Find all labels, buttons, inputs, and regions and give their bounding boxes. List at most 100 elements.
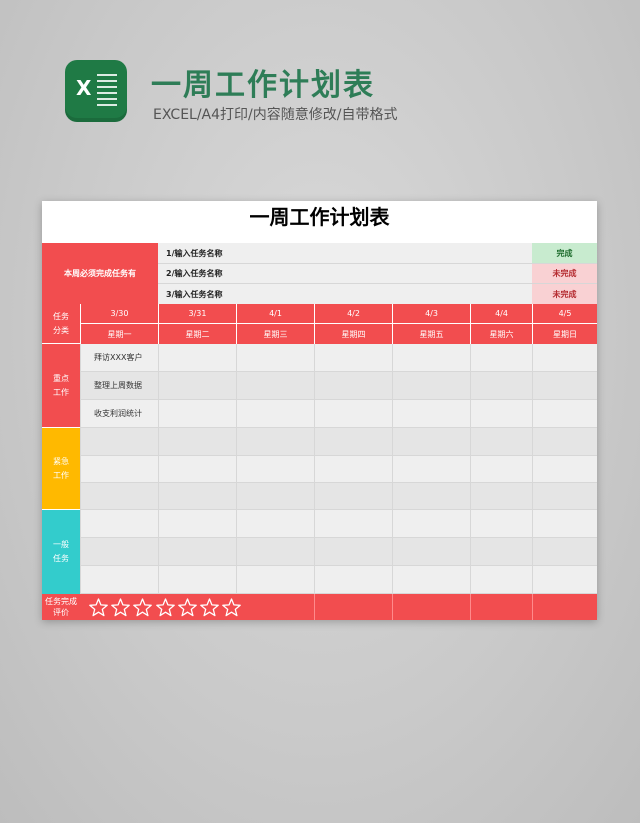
task-item-cell[interactable] — [80, 428, 158, 456]
task-status-2[interactable]: 未完成 — [532, 264, 597, 284]
schedule-cell[interactable] — [236, 428, 314, 456]
excel-grid-icon — [97, 74, 117, 108]
page-header: X 一周工作计划表 EXCEL/A4打印/内容随意修改/自带格式 — [65, 60, 625, 130]
schedule-cell[interactable] — [236, 372, 314, 400]
schedule-cell[interactable] — [532, 372, 597, 400]
schedule-cell[interactable] — [236, 400, 314, 428]
schedule-cell[interactable] — [158, 566, 236, 594]
schedule-cell[interactable] — [470, 344, 532, 372]
weekday-cell: 星期四 — [314, 324, 392, 344]
schedule-cell[interactable] — [236, 456, 314, 483]
task-item-cell[interactable]: 整理上周数据 — [80, 372, 158, 400]
schedule-cell[interactable] — [158, 510, 236, 538]
schedule-cell[interactable] — [158, 428, 236, 456]
spreadsheet-preview: 一周工作计划表 本周必须完成任务有 1/输入任务名称 2/输入任务名称 3/输入… — [42, 201, 597, 620]
date-cell: 4/1 — [236, 304, 314, 324]
schedule-cell[interactable] — [158, 372, 236, 400]
task-item-cell[interactable] — [80, 566, 158, 594]
task-label-2[interactable]: 2/输入任务名称 — [158, 264, 532, 284]
schedule-cell[interactable] — [314, 566, 392, 594]
schedule-cell[interactable] — [532, 400, 597, 428]
date-cell: 4/4 — [470, 304, 532, 324]
schedule-cell[interactable] — [314, 428, 392, 456]
schedule-cell[interactable] — [532, 566, 597, 594]
schedule-cell[interactable] — [470, 400, 532, 428]
schedule-cell[interactable] — [392, 510, 470, 538]
date-cell: 4/2 — [314, 304, 392, 324]
rating-divider — [392, 594, 393, 620]
date-cell: 3/31 — [158, 304, 236, 324]
task-label-3[interactable]: 3/输入任务名称 — [158, 284, 532, 304]
schedule-cell[interactable] — [532, 456, 597, 483]
schedule-cell[interactable] — [532, 538, 597, 566]
weekday-cell: 星期三 — [236, 324, 314, 344]
schedule-cell[interactable] — [314, 400, 392, 428]
schedule-cell[interactable] — [158, 483, 236, 510]
schedule-cell[interactable] — [236, 510, 314, 538]
schedule-cell[interactable] — [314, 510, 392, 538]
schedule-cell[interactable] — [532, 344, 597, 372]
schedule-cell[interactable] — [314, 372, 392, 400]
schedule-cell[interactable] — [392, 456, 470, 483]
schedule-cell[interactable] — [470, 372, 532, 400]
rating-divider — [314, 594, 315, 620]
schedule-cell[interactable] — [392, 483, 470, 510]
schedule-cell[interactable] — [470, 566, 532, 594]
rating-label: 任务完成评价 — [42, 594, 80, 620]
star-icon[interactable] — [133, 598, 153, 617]
schedule-cell[interactable] — [532, 510, 597, 538]
star-icon[interactable] — [177, 598, 197, 617]
schedule-cell[interactable] — [470, 483, 532, 510]
task-item-cell[interactable] — [80, 456, 158, 483]
task-item-cell[interactable] — [80, 510, 158, 538]
task-item-cell[interactable]: 拜访XXX客户 — [80, 344, 158, 372]
star-icon[interactable] — [200, 598, 219, 617]
schedule-cell[interactable] — [392, 566, 470, 594]
schedule-cell[interactable] — [314, 483, 392, 510]
schedule-cell[interactable] — [236, 566, 314, 594]
rating-divider — [532, 594, 533, 620]
task-status-1[interactable]: 完成 — [532, 243, 597, 264]
task-item-cell[interactable] — [80, 538, 158, 566]
star-icon[interactable] — [155, 598, 175, 617]
schedule-cell[interactable] — [236, 483, 314, 510]
weekday-cell: 星期一 — [80, 324, 158, 344]
page-title: 一周工作计划表 — [151, 68, 375, 103]
schedule-cell[interactable] — [158, 400, 236, 428]
schedule-cell[interactable] — [314, 344, 392, 372]
schedule-cell[interactable] — [532, 483, 597, 510]
schedule-cell[interactable] — [158, 456, 236, 483]
schedule-cell[interactable] — [392, 344, 470, 372]
date-cell: 4/3 — [392, 304, 470, 324]
schedule-cell[interactable] — [470, 456, 532, 483]
star-icon[interactable] — [111, 598, 131, 617]
star-icon[interactable] — [222, 598, 242, 617]
category-general: 一般任务 — [42, 510, 80, 594]
star-icon[interactable] — [89, 598, 108, 617]
schedule-cell[interactable] — [158, 344, 236, 372]
schedule-cell[interactable] — [470, 538, 532, 566]
task-status-3[interactable]: 未完成 — [532, 284, 597, 304]
schedule-cell[interactable] — [236, 344, 314, 372]
schedule-cell[interactable] — [314, 538, 392, 566]
category-header: 任务分类 — [42, 304, 80, 344]
schedule-cell[interactable] — [532, 428, 597, 456]
excel-logo-letter: X — [76, 76, 92, 100]
category-important: 重点工作 — [42, 344, 80, 428]
schedule-cell[interactable] — [158, 538, 236, 566]
task-item-cell[interactable]: 收支利润统计 — [80, 400, 158, 428]
schedule-cell[interactable] — [392, 372, 470, 400]
schedule-cell[interactable] — [470, 428, 532, 456]
task-label-1[interactable]: 1/输入任务名称 — [158, 243, 532, 264]
schedule-cell[interactable] — [392, 428, 470, 456]
schedule-cell[interactable] — [470, 510, 532, 538]
weekday-cell: 星期二 — [158, 324, 236, 344]
task-item-cell[interactable] — [80, 483, 158, 510]
schedule-cell[interactable] — [392, 400, 470, 428]
date-cell: 4/5 — [532, 304, 597, 324]
schedule-cell[interactable] — [236, 538, 314, 566]
excel-logo-icon: X — [65, 60, 127, 122]
weekday-cell: 星期五 — [392, 324, 470, 344]
schedule-cell[interactable] — [392, 538, 470, 566]
schedule-cell[interactable] — [314, 456, 392, 483]
